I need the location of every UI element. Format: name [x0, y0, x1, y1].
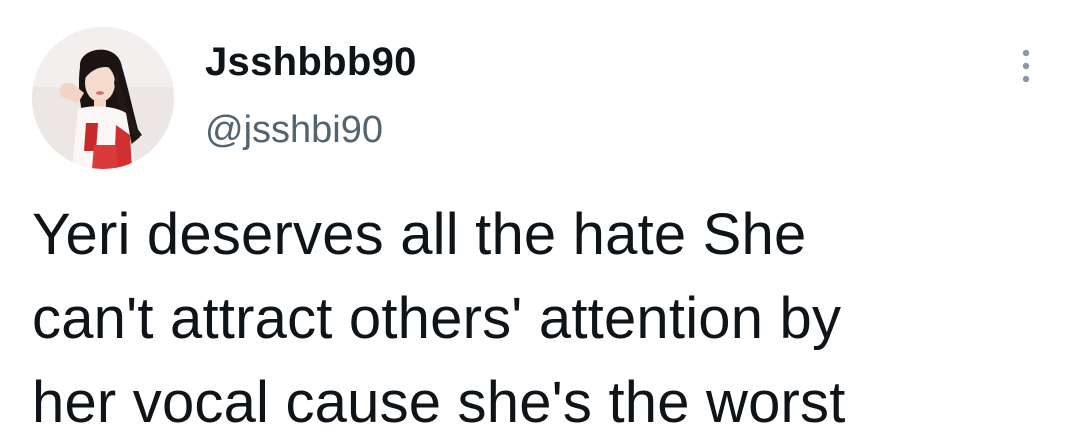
tweet-text-line: Yeri deserves all the hate She — [32, 202, 807, 267]
tweet-text-line: can't attract others' attention by — [32, 286, 842, 351]
display-name[interactable]: Jsshbbb90 — [205, 40, 417, 85]
more-vertical-icon — [1022, 49, 1030, 83]
tweet-text: Yeri deserves all the hate She can't att… — [32, 193, 1042, 445]
user-handle[interactable]: @jsshbi90 — [205, 109, 383, 152]
tweet-text-line: her vocal cause she's the worst — [32, 370, 846, 435]
avatar[interactable] — [32, 27, 174, 169]
tweet-card: Jsshbbb90 @jsshbi90 Yeri deserves all th… — [0, 0, 1080, 448]
more-options-button[interactable] — [1006, 44, 1046, 88]
profile-photo-icon — [32, 27, 174, 169]
